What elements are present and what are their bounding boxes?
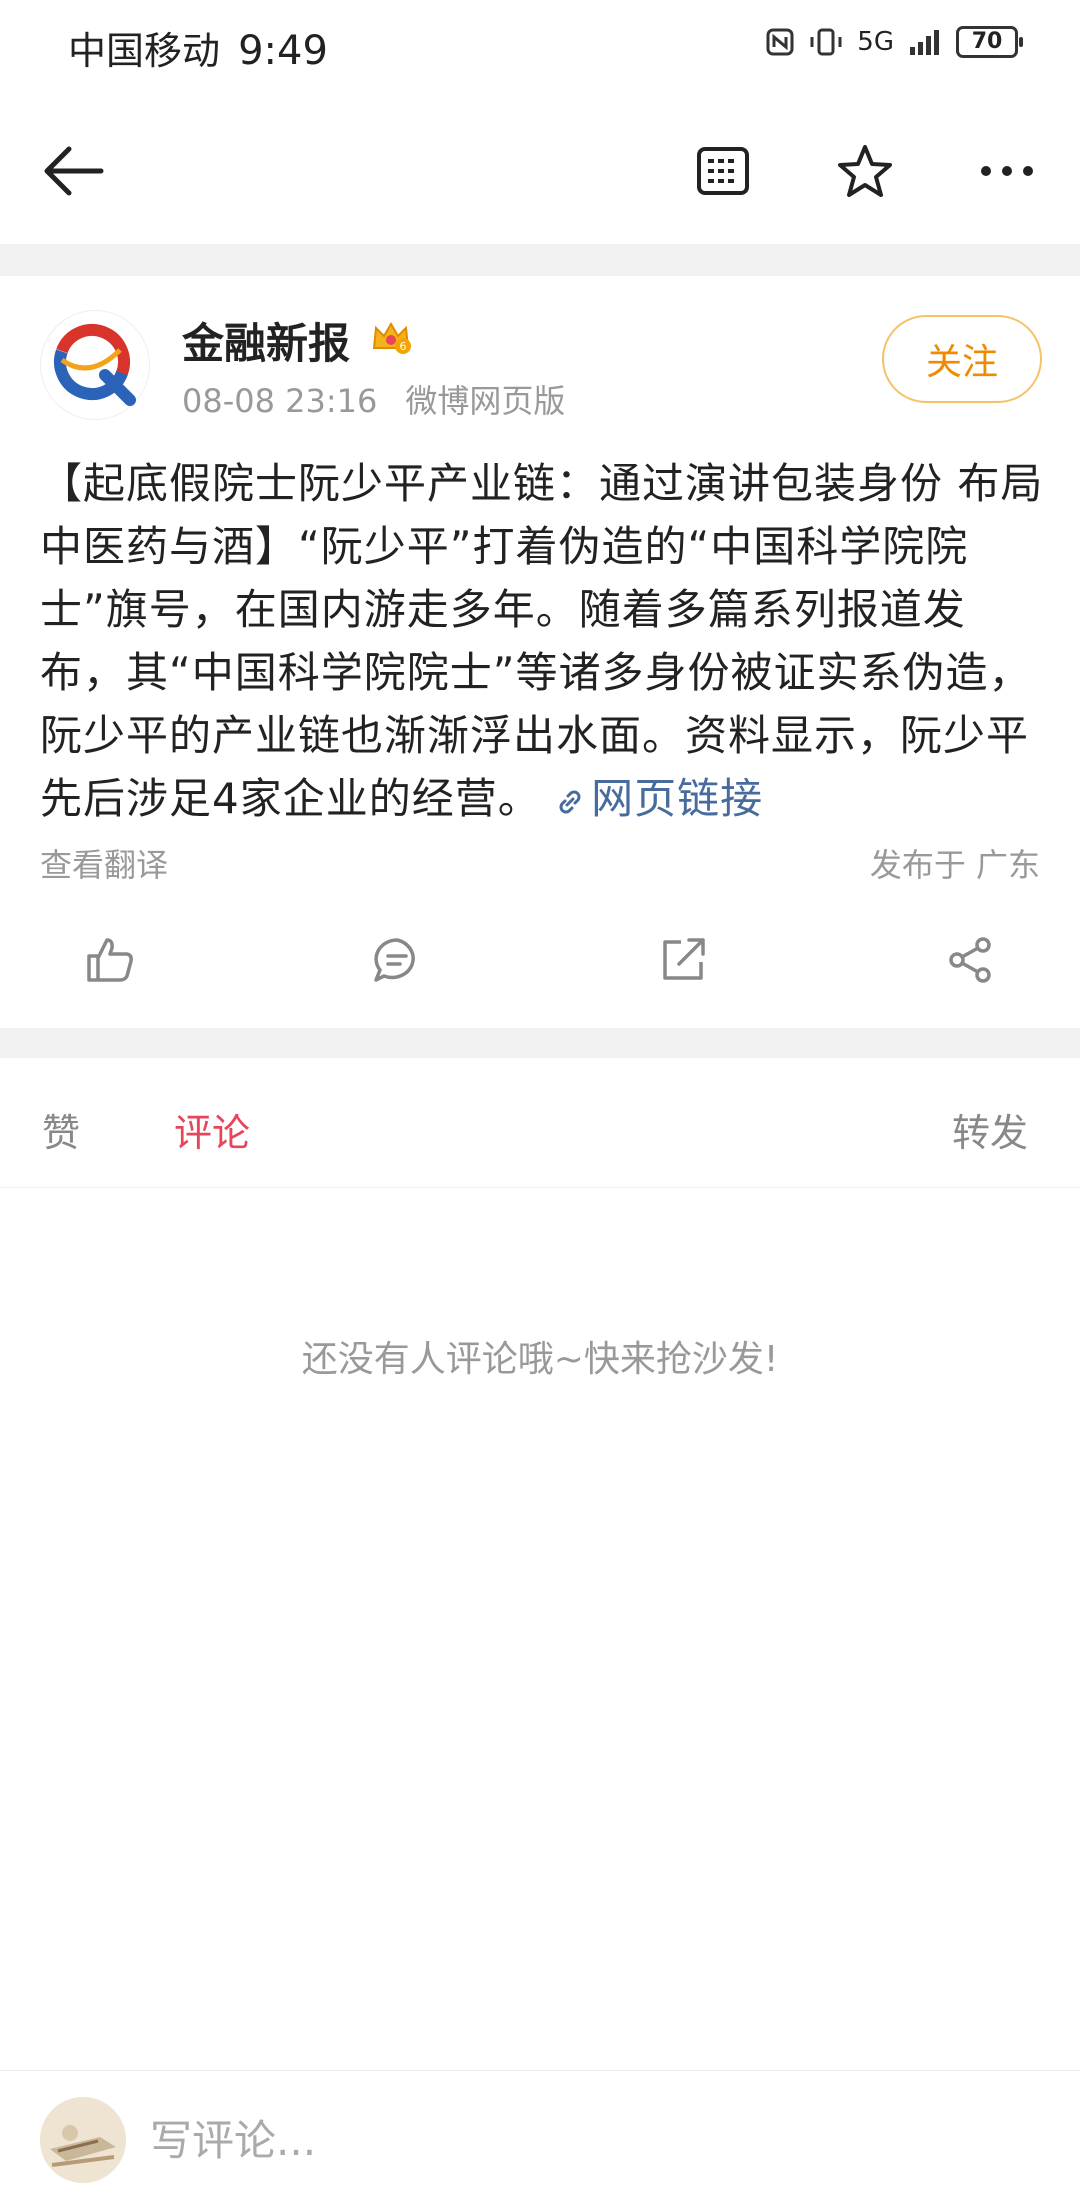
- carrier-label: 中国移动: [68, 29, 221, 73]
- status-left: 中国移动 9:49: [68, 20, 328, 75]
- tab-comments[interactable]: 评论: [174, 1102, 250, 1157]
- arrow-left-icon[interactable]: [38, 136, 108, 206]
- tab-reposts[interactable]: 转发: [952, 1102, 1028, 1157]
- crown-icon: 6: [372, 322, 411, 354]
- post-text: 【起底假院士阮少平产业链：通过演讲包装身份 布局中医药与酒】“阮少平”打着伪造的…: [40, 459, 1044, 823]
- follow-button[interactable]: 关注: [882, 315, 1042, 403]
- author-avatar[interactable]: [40, 310, 150, 420]
- web-link[interactable]: 网页链接: [555, 774, 763, 823]
- comment-bar: [0, 2070, 1080, 2204]
- post-location: 发布于 广东: [869, 846, 1040, 884]
- thumbs-up-icon[interactable]: [80, 930, 140, 990]
- interaction-tabs: 赞 评论 转发: [0, 1058, 1080, 1188]
- comment-input[interactable]: [150, 2097, 1030, 2183]
- more-icon[interactable]: [972, 136, 1042, 206]
- post-date: 08-08 23:16: [182, 382, 378, 420]
- status-bar: 中国移动 9:49 5G 70: [0, 0, 1080, 90]
- clock: 9:49: [238, 28, 328, 74]
- nfc-icon: [766, 28, 794, 56]
- top-nav: [0, 100, 1080, 240]
- article-icon[interactable]: [688, 136, 758, 206]
- comment-icon[interactable]: [367, 930, 427, 990]
- star-icon[interactable]: [830, 136, 900, 206]
- status-right: 5G 70: [765, 26, 1023, 58]
- tab-likes[interactable]: 赞: [42, 1102, 80, 1157]
- post-content: 【起底假院士阮少平产业链：通过演讲包装身份 布局中医药与酒】“阮少平”打着伪造的…: [40, 452, 1050, 830]
- user-avatar[interactable]: [40, 2097, 126, 2183]
- post-source: 微博网页版: [405, 382, 566, 420]
- post-meta: 08-08 23:16 微博网页版: [182, 376, 565, 422]
- post-actions: [0, 920, 1080, 1000]
- section-divider: [0, 244, 1080, 276]
- battery-indicator: 70: [956, 26, 1023, 58]
- badge-level: 6: [400, 340, 407, 353]
- translate-link[interactable]: 查看翻译: [40, 840, 168, 886]
- web-link-label: 网页链接: [591, 774, 764, 823]
- link-icon: [559, 790, 581, 813]
- vibrate-icon: [810, 28, 842, 56]
- network-type: 5G: [857, 27, 894, 57]
- signal-icon: [910, 30, 939, 55]
- section-divider: [0, 1028, 1080, 1058]
- author-name[interactable]: 金融新报: [182, 310, 350, 371]
- share-icon[interactable]: [940, 930, 1000, 990]
- author-logo-icon: [54, 324, 136, 406]
- repost-icon[interactable]: [654, 930, 714, 990]
- empty-comments-message: 还没有人评论哦~快来抢沙发!: [301, 1339, 779, 1380]
